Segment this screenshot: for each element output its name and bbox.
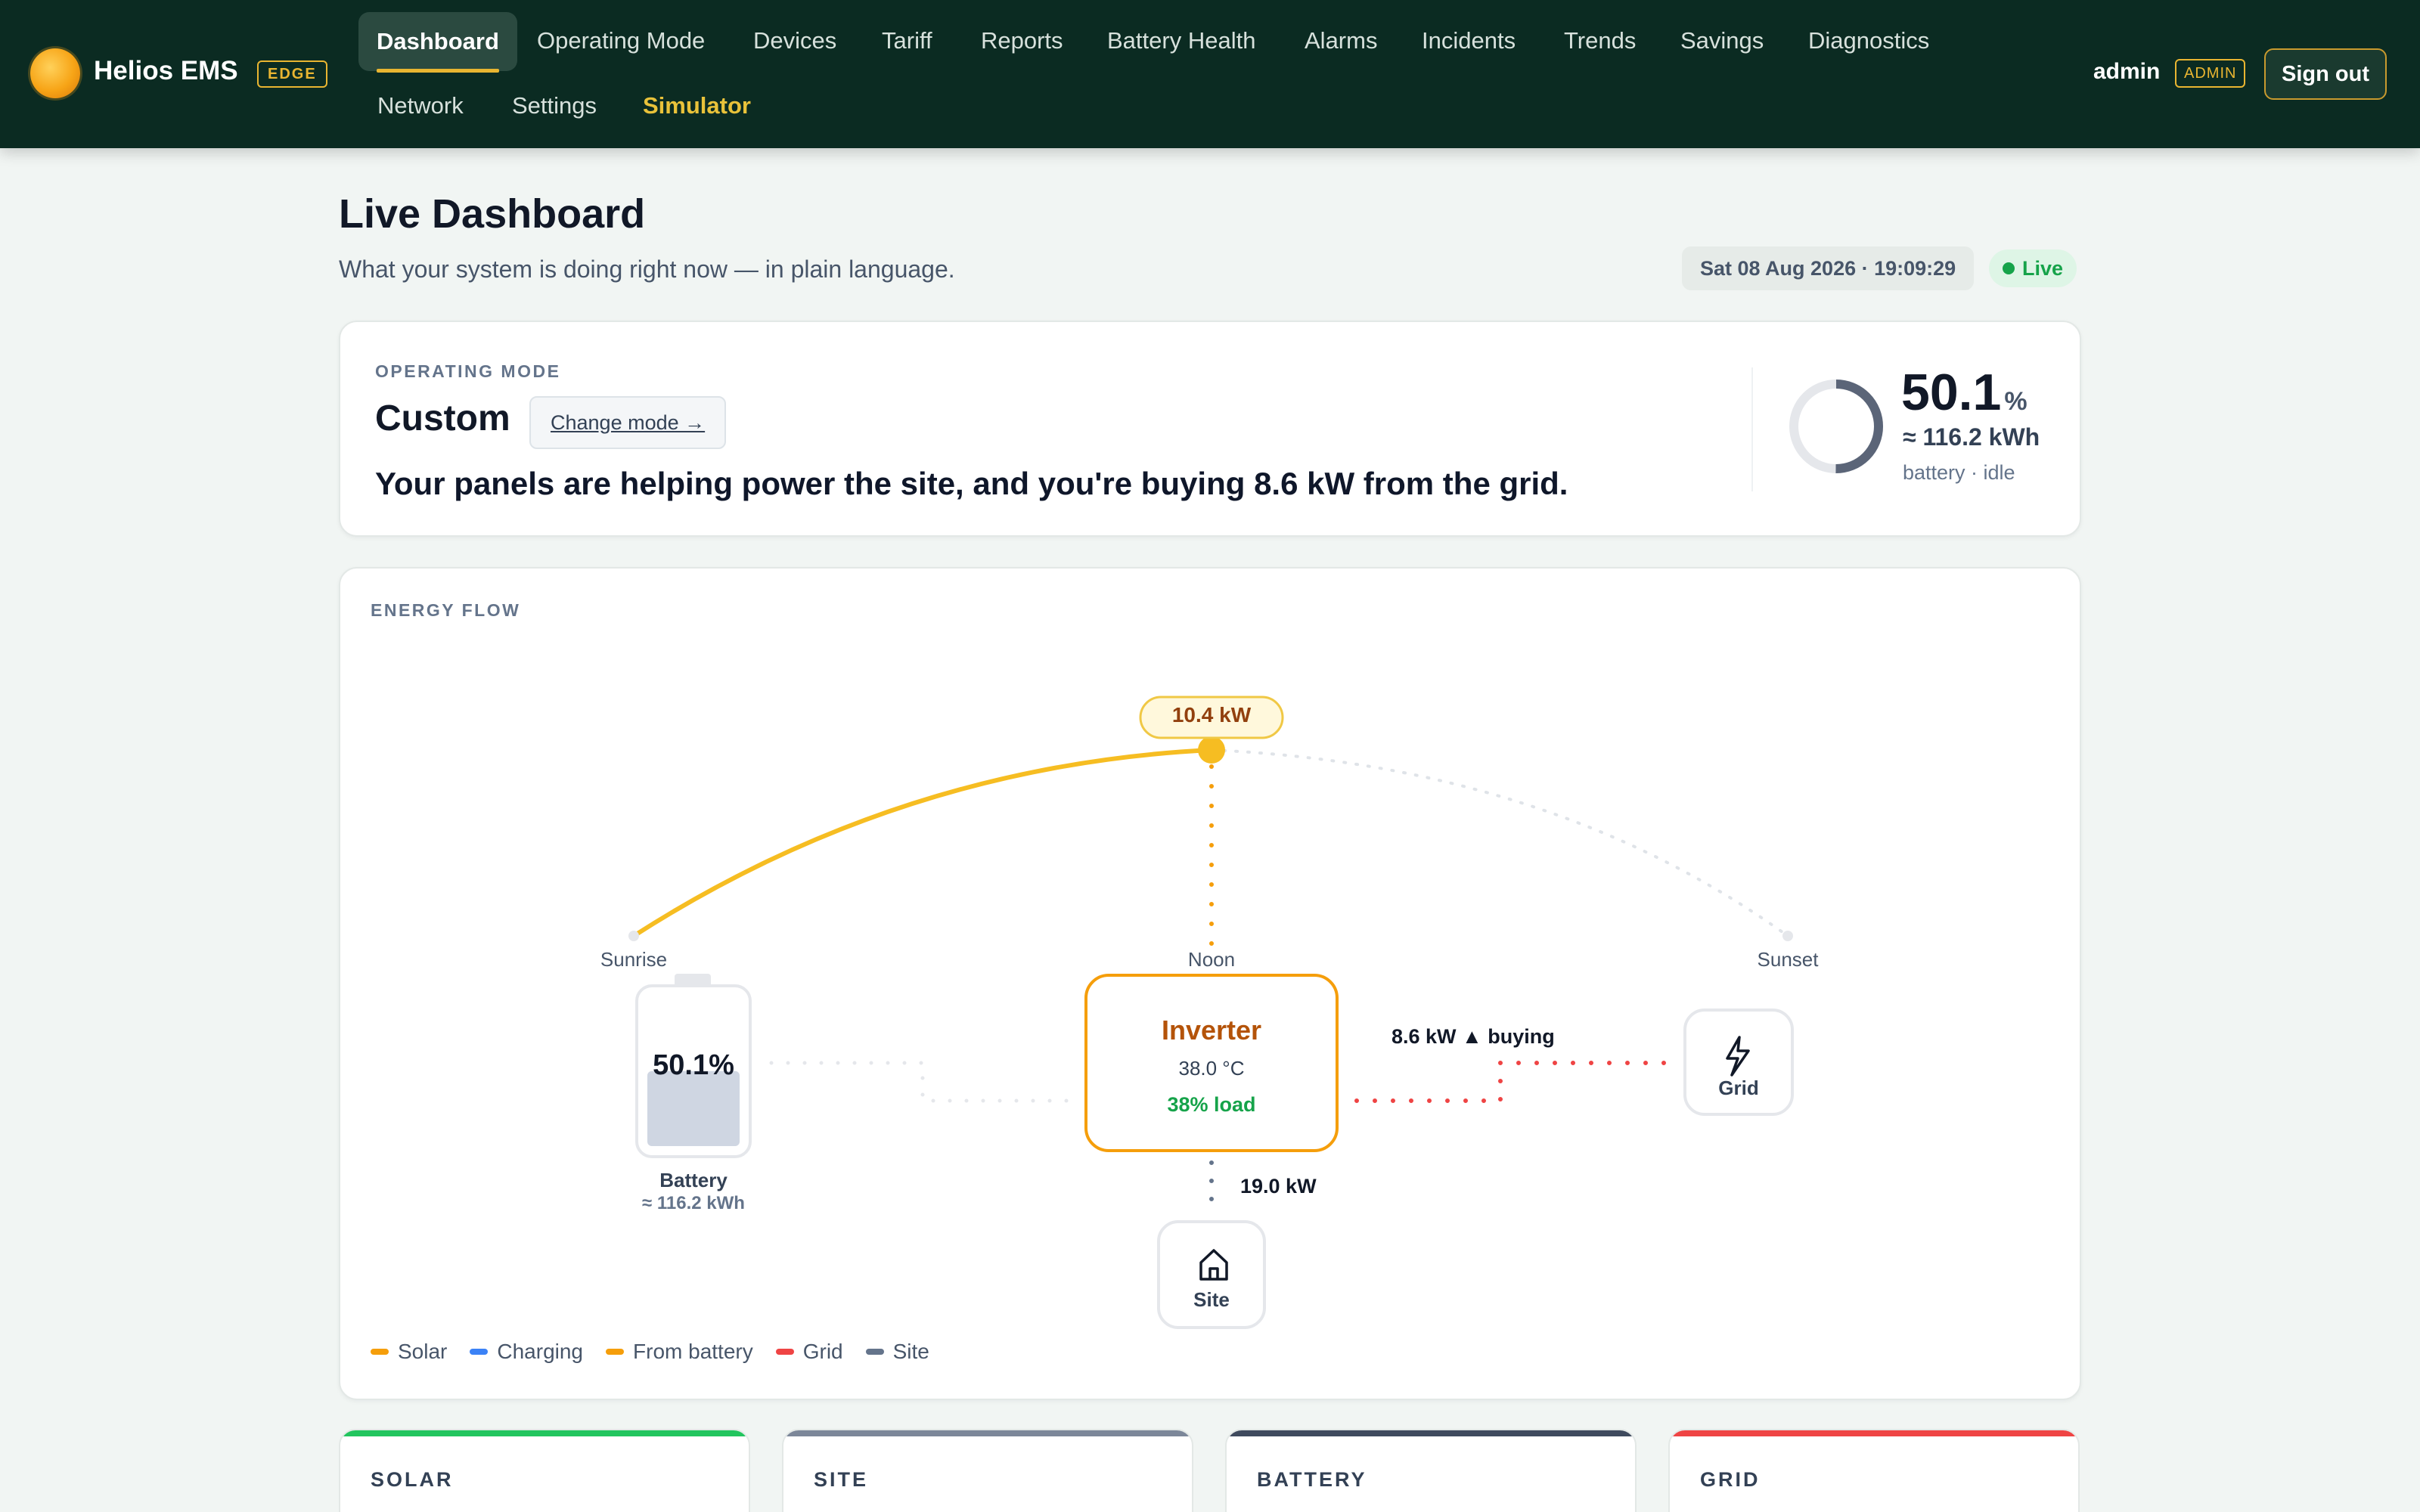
operating-mode-eyebrow: OPERATING MODE [375,361,561,381]
sun-path-travelled [631,748,1214,938]
operating-mode-summary: Your panels are helping power the site, … [375,466,1568,501]
grid-flow-value: 8.6 kW ▲ buying [1392,1025,1555,1048]
legend-swatch-from-battery [606,1349,625,1355]
grid-card-accent [1670,1430,2078,1436]
sunset-marker [1782,931,1793,941]
legend-label: From battery [633,1340,753,1363]
sunrise-label: Sunrise [600,948,668,971]
solar-power-value: 10.4 kW [1171,703,1252,727]
edge-badge: EDGE [257,60,327,88]
site-node-label: Site [1193,1288,1230,1311]
sun-position-icon [1198,736,1225,764]
solar-card-accent [340,1430,749,1436]
legend-swatch-site [865,1349,884,1355]
battery-fill-level [647,1070,740,1146]
energy-flow-diagram [628,696,1794,1329]
noon-label: Noon [1187,948,1236,971]
legend-label: Grid [802,1340,843,1363]
grid-node-label: Grid [1718,1077,1759,1099]
nav-item-reports[interactable]: Reports [981,27,1063,54]
site-node [1157,1220,1266,1329]
legend-item-site: Site [865,1340,929,1364]
battery-stat-card: BATTERY [1225,1429,1637,1512]
site-card-accent [783,1430,1192,1436]
battery-state: battery · idle [1903,461,2015,484]
page-subtitle: What your system is doing right now — in… [339,256,955,283]
inverter-temperature: 38.0 °C [1178,1057,1245,1080]
sign-out-button[interactable]: Sign out [2264,48,2387,100]
site-card-title: SITE [814,1468,869,1491]
solar-stat-card: SOLAR [339,1429,750,1512]
legend-label: Charging [497,1340,584,1363]
battery-flow-line [769,1061,1072,1103]
nav-item-alarms[interactable]: Alarms [1305,27,1377,54]
live-dot-icon [2003,262,2015,274]
battery-energy: ≈ 116.2 kWh [1903,423,2040,451]
sun-logo-icon [30,48,80,98]
battery-card-title: BATTERY [1257,1468,1367,1491]
legend-swatch-charging [470,1349,489,1355]
battery-soc-unit: % [2004,387,2028,416]
battery-card-accent [1227,1430,1635,1436]
divider [1751,367,1753,491]
legend-label: Site [892,1340,929,1363]
nav-item-network[interactable]: Network [377,92,464,119]
change-mode-button[interactable]: Change mode → [529,396,727,449]
nav-item-dashboard[interactable]: Dashboard [358,12,517,73]
site-flow-value: 19.0 kW [1240,1175,1317,1198]
nav-item-savings[interactable]: Savings [1680,27,1764,54]
nav-item-devices[interactable]: Devices [753,27,836,54]
inverter-load: 38% load [1167,1093,1256,1116]
battery-soc-value: 50.1% [1901,364,2028,421]
legend-swatch-solar [371,1349,389,1355]
nav-item-operating-mode[interactable]: Operating Mode [537,27,705,54]
legend-item-from-battery: From battery [606,1340,753,1364]
battery-node-label: Battery [659,1169,728,1191]
operating-mode-card: OPERATING MODE Custom Change mode → Your… [339,321,2081,537]
sunset-label: Sunset [1757,948,1819,971]
page-title: Live Dashboard [339,191,646,237]
grid-card-title: GRID [1700,1468,1761,1491]
legend-swatch-grid [775,1349,794,1355]
nav-item-trends[interactable]: Trends [1564,27,1636,54]
legend-item-solar: Solar [371,1340,447,1364]
timestamp: Sat 08 Aug 2026 · 19:09:29 [1682,246,1975,290]
legend-label: Solar [398,1340,448,1363]
top-navigation-bar: Helios EMS EDGE Dashboard Operating Mode… [0,0,2420,148]
role-badge: ADMIN [2175,59,2246,88]
battery-node-energy: ≈ 116.2 kWh [642,1193,745,1213]
nav-item-incidents[interactable]: Incidents [1422,27,1516,54]
live-label: Live [2022,257,2064,280]
live-status-badge: Live [1989,249,2077,287]
grid-flow-line [1354,1061,1681,1103]
operating-mode-name: Custom [375,398,510,438]
inverter-title: Inverter [1161,1015,1262,1046]
battery-soc-ring [1789,380,1883,473]
site-stat-card: SITE [782,1429,1193,1512]
nav-item-tariff[interactable]: Tariff [882,27,932,54]
nav-item-diagnostics[interactable]: Diagnostics [1808,27,1929,54]
nav-item-simulator[interactable]: Simulator [643,92,751,119]
sunrise-marker [628,931,639,941]
battery-node-soc: 50.1% [653,1049,734,1081]
nav-item-settings[interactable]: Settings [512,92,597,119]
energy-flow-card: ENERGY FLOW 10.4 kW Sunrise Noon Sunset … [339,567,2081,1400]
solar-card-title: SOLAR [371,1468,454,1491]
legend-item-charging: Charging [470,1340,583,1364]
energy-flow-legend: Solar Charging From battery Grid Site [371,1340,929,1364]
sun-path-remaining [1210,748,1789,937]
legend-item-grid: Grid [775,1340,843,1364]
brand-name: Helios EMS [94,56,238,85]
grid-stat-card: GRID [1668,1429,2080,1512]
user-name: admin [2093,59,2161,84]
nav-item-battery-health[interactable]: Battery Health [1107,27,1255,54]
